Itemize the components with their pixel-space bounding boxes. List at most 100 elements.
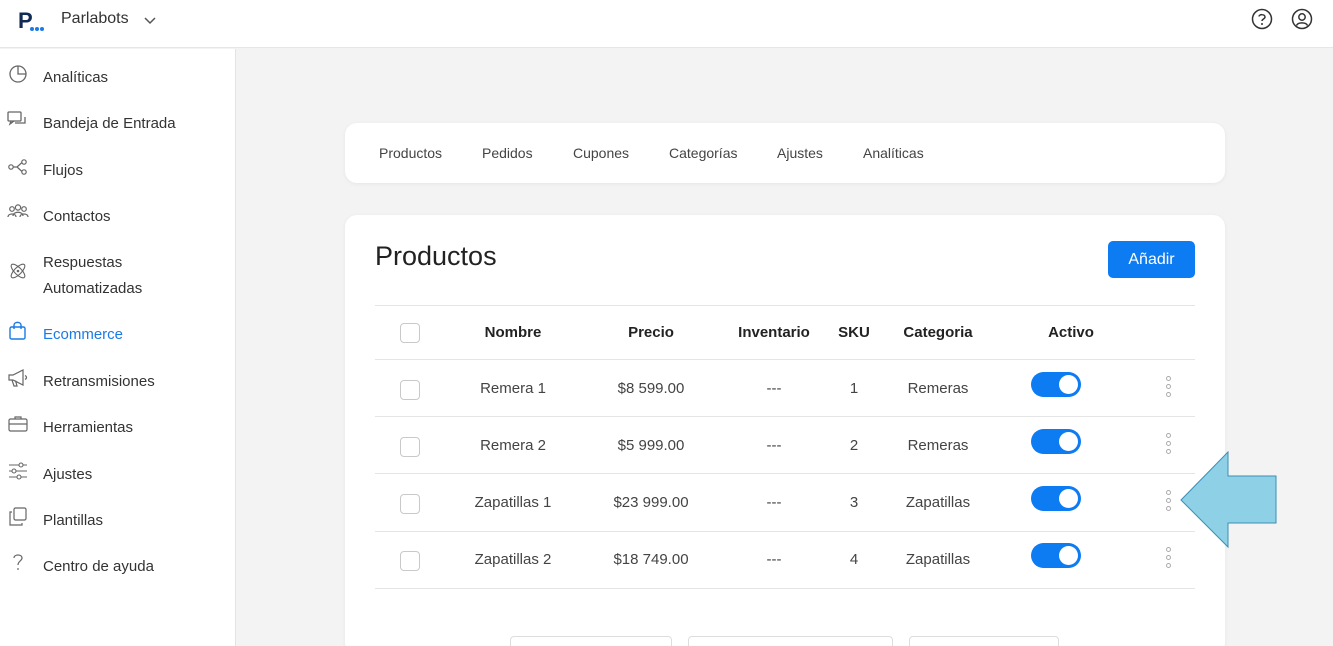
- copy-icon: [9, 507, 27, 526]
- sidebar-item-label: Respuestas: [43, 254, 123, 271]
- chat-icon: [7, 111, 26, 126]
- active-toggle[interactable]: [1031, 543, 1081, 568]
- toolbox-icon: [8, 416, 28, 432]
- select-all-checkbox[interactable]: [400, 323, 420, 343]
- pagination-control[interactable]: [688, 636, 893, 646]
- megaphone-icon: [8, 369, 28, 387]
- product-category: Zapatillas: [905, 494, 971, 511]
- sidebar-item-label: Ecommerce: [43, 326, 124, 343]
- tab-pedidos[interactable]: Pedidos: [482, 145, 533, 161]
- divider: [375, 416, 1195, 417]
- column-header-sku[interactable]: SKU: [838, 324, 870, 341]
- sidebar-item-label-line2: Automatizadas: [43, 280, 143, 297]
- product-category: Remeras: [907, 380, 969, 397]
- sidebar-item-label: Contactos: [43, 208, 111, 225]
- sidebar-item-flujos[interactable]: Flujos: [0, 156, 235, 196]
- question-icon: [13, 554, 23, 570]
- product-sku: 1: [849, 380, 859, 397]
- divider: [375, 588, 1195, 589]
- product-category: Remeras: [907, 437, 969, 454]
- divider: [375, 359, 1195, 360]
- row-checkbox[interactable]: [400, 551, 420, 571]
- contacts-icon: [7, 204, 29, 218]
- product-name[interactable]: Zapatillas 2: [475, 551, 552, 568]
- pagination-control[interactable]: [510, 636, 672, 646]
- more-options-icon[interactable]: [1163, 376, 1175, 398]
- pagination-control[interactable]: [909, 636, 1059, 646]
- tab-analiticas[interactable]: Analíticas: [863, 145, 924, 161]
- column-header-precio[interactable]: Precio: [628, 324, 674, 341]
- ecommerce-tabs: Productos Pedidos Cupones Categorías Aju…: [345, 123, 1225, 183]
- sidebar-item-respuestas-automatizadas[interactable]: Respuestas Automatizadas: [0, 248, 235, 304]
- sidebar-item-analiticas[interactable]: Analíticas: [0, 63, 235, 103]
- sliders-icon: [9, 462, 27, 480]
- tab-categorias[interactable]: Categorías: [669, 145, 737, 161]
- sidebar-item-label: Analíticas: [43, 69, 109, 86]
- product-sku: 2: [849, 437, 859, 454]
- sidebar: Analíticas Bandeja de Entrada Flujos Con…: [0, 49, 236, 646]
- more-options-icon[interactable]: [1163, 490, 1175, 512]
- products-card: Productos Añadir Nombre Precio Inventari…: [345, 215, 1225, 646]
- product-name[interactable]: Remera 1: [480, 380, 546, 397]
- pie-chart-icon: [9, 65, 27, 83]
- row-checkbox[interactable]: [400, 494, 420, 514]
- product-inventory: ---: [766, 380, 782, 397]
- product-price: $18 749.00: [613, 551, 689, 568]
- tab-ajustes[interactable]: Ajustes: [777, 145, 823, 161]
- product-inventory: ---: [766, 437, 782, 454]
- active-toggle[interactable]: [1031, 486, 1081, 511]
- atom-icon: [10, 263, 26, 279]
- column-header-activo[interactable]: Activo: [1048, 324, 1094, 341]
- sidebar-item-label: Plantillas: [43, 512, 104, 529]
- add-product-button[interactable]: Añadir: [1108, 241, 1195, 278]
- more-options-icon[interactable]: [1163, 433, 1175, 455]
- workspace-name[interactable]: Parlabots: [61, 10, 129, 28]
- product-sku: 4: [849, 551, 859, 568]
- page-title: Productos: [375, 241, 497, 271]
- product-inventory: ---: [766, 494, 782, 511]
- product-name[interactable]: Remera 2: [480, 437, 546, 454]
- product-category: Zapatillas: [905, 551, 971, 568]
- active-toggle[interactable]: [1031, 429, 1081, 454]
- row-checkbox[interactable]: [400, 437, 420, 457]
- tab-productos[interactable]: Productos: [379, 145, 442, 161]
- sidebar-item-centro-de-ayuda[interactable]: Centro de ayuda: [0, 552, 235, 592]
- sidebar-item-label: Bandeja de Entrada: [43, 115, 176, 132]
- sidebar-item-contactos[interactable]: Contactos: [0, 202, 235, 242]
- product-name[interactable]: Zapatillas 1: [475, 494, 552, 511]
- column-header-inventario[interactable]: Inventario: [738, 324, 810, 341]
- sidebar-item-herramientas[interactable]: Herramientas: [0, 413, 235, 453]
- help-icon[interactable]: [1251, 8, 1273, 30]
- divider: [375, 305, 1195, 306]
- sidebar-item-label: Centro de ayuda: [43, 558, 154, 575]
- chevron-down-icon[interactable]: [142, 12, 158, 28]
- more-options-icon[interactable]: [1163, 547, 1175, 569]
- product-price: $23 999.00: [613, 494, 689, 511]
- row-checkbox[interactable]: [400, 380, 420, 400]
- sidebar-item-label: Retransmisiones: [43, 373, 155, 390]
- sidebar-item-ecommerce[interactable]: Ecommerce: [0, 320, 235, 360]
- column-header-categoria[interactable]: Categoria: [903, 324, 972, 341]
- product-sku: 3: [849, 494, 859, 511]
- sidebar-item-label: Ajustes: [43, 466, 93, 483]
- parlabots-logo[interactable]: P: [18, 8, 44, 34]
- divider: [375, 531, 1195, 532]
- sidebar-item-bandeja[interactable]: Bandeja de Entrada: [0, 109, 235, 149]
- product-price: $5 999.00: [617, 437, 685, 454]
- sidebar-item-label: Herramientas: [43, 419, 134, 436]
- user-icon[interactable]: [1291, 8, 1313, 30]
- product-price: $8 599.00: [617, 380, 685, 397]
- sidebar-item-plantillas[interactable]: Plantillas: [0, 506, 235, 546]
- sidebar-item-label: Flujos: [43, 162, 84, 179]
- tab-cupones[interactable]: Cupones: [573, 145, 629, 161]
- top-bar: P Parlabots: [0, 0, 1333, 48]
- sidebar-item-retransmisiones[interactable]: Retransmisiones: [0, 367, 235, 407]
- divider: [375, 473, 1195, 474]
- column-header-nombre[interactable]: Nombre: [485, 324, 542, 341]
- annotation-arrow-icon: [1180, 451, 1277, 549]
- product-inventory: ---: [766, 551, 782, 568]
- active-toggle[interactable]: [1031, 372, 1081, 397]
- shopping-bag-icon: [9, 321, 26, 340]
- sidebar-item-ajustes[interactable]: Ajustes: [0, 460, 235, 500]
- flow-icon: [8, 159, 27, 175]
